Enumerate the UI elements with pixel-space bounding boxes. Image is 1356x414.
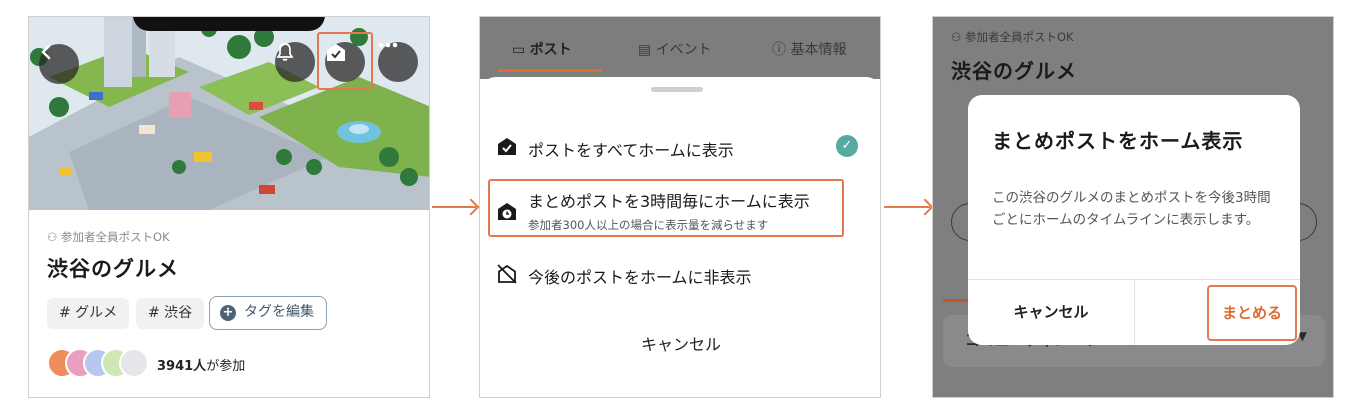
participant-avatars[interactable] xyxy=(47,348,157,380)
dialog-title: まとめポストをホーム表示 xyxy=(992,129,1244,153)
home-clock-icon xyxy=(498,203,516,220)
active-tab-indicator xyxy=(498,69,602,72)
post-icon: ▭ xyxy=(512,42,526,58)
group-title: 渋谷のグルメ xyxy=(47,257,179,281)
bottom-sheet: ポストをすべてホームに表示 ✓ まとめポストを3時間毎にホームに表示 参加者30… xyxy=(480,77,880,397)
more-icon xyxy=(378,42,398,48)
more-button[interactable] xyxy=(378,42,418,82)
bell-icon xyxy=(276,43,294,61)
group-screen: ⚇ 参加者全員ポストOK 渋谷のグルメ # グルメ # 渋谷 + タグを編集 3… xyxy=(28,16,430,398)
selected-check-icon: ✓ xyxy=(836,135,858,157)
people-icon: ⚇ xyxy=(47,230,58,244)
group-title: 渋谷のグルメ xyxy=(951,59,1077,83)
dialog-cancel-button[interactable]: キャンセル xyxy=(968,301,1134,322)
flow-arrow xyxy=(884,206,930,208)
phone-notch xyxy=(133,17,325,31)
plus-icon: + xyxy=(220,305,236,321)
group-info: ⚇ 参加者全員ポストOK 渋谷のグルメ # グルメ # 渋谷 + タグを編集 3… xyxy=(29,210,429,397)
tab-events[interactable]: ▤ イベント xyxy=(638,39,712,59)
sheet-grabber[interactable] xyxy=(651,87,703,92)
option-digest-label[interactable]: まとめポストを3時間毎にホームに表示 xyxy=(528,188,810,212)
post-permission-note: ⚇ 参加者全員ポストOK xyxy=(951,30,1074,44)
tag-chip[interactable]: # 渋谷 xyxy=(136,298,205,329)
flow-arrow xyxy=(432,206,476,208)
tab-posts[interactable]: ▭ ポスト xyxy=(512,39,572,59)
people-icon: ⚇ xyxy=(951,30,962,44)
highlight-frame xyxy=(317,32,373,90)
back-icon xyxy=(41,44,51,60)
confirm-dialog-screen: ⚇ 参加者全員ポストOK 渋谷のグルメ コミュニティノート ▼ まとめポストをホ… xyxy=(932,16,1334,398)
tab-info[interactable]: ⓘ 基本情報 xyxy=(772,39,846,59)
home-off-icon xyxy=(497,264,517,284)
confirm-dialog: まとめポストをホーム表示 この渋谷のグルメのまとめポストを今後3時間ごとにホーム… xyxy=(968,95,1300,345)
notification-button[interactable] xyxy=(275,42,315,82)
post-permission-note: ⚇ 参加者全員ポストOK xyxy=(47,230,170,244)
option-digest-note: 参加者300人以上の場合に表示量を減らせます xyxy=(528,218,769,232)
dialog-confirm-button[interactable]: まとめる xyxy=(1207,285,1297,341)
home-check-icon xyxy=(498,138,516,155)
option-show-all-label[interactable]: ポストをすべてホームに表示 xyxy=(528,137,734,161)
home-display-sheet-screen: ▭ ポスト ▤ イベント ⓘ 基本情報 ポストをすべてホームに表示 ✓ まとめポ… xyxy=(479,16,881,398)
back-button[interactable] xyxy=(39,44,79,84)
avatar xyxy=(119,348,149,378)
dimmed-tab-bar: ▭ ポスト ▤ イベント ⓘ 基本情報 xyxy=(480,17,880,79)
calendar-icon: ▤ xyxy=(638,42,652,58)
tag-chip[interactable]: # グルメ xyxy=(47,298,130,329)
edit-tags-button[interactable]: + タグを編集 xyxy=(209,296,327,330)
option-hide-label[interactable]: 今後のポストをホームに非表示 xyxy=(528,264,752,288)
divider xyxy=(1134,279,1135,345)
dialog-message: この渋谷のグルメのまとめポストを今後3時間ごとにホームのタイムラインに表示します… xyxy=(992,190,1271,228)
participant-count[interactable]: 3941人が参加 xyxy=(157,355,245,374)
group-cover-image xyxy=(29,17,429,210)
cancel-button[interactable]: キャンセル xyxy=(480,331,880,355)
info-icon: ⓘ xyxy=(772,42,786,58)
